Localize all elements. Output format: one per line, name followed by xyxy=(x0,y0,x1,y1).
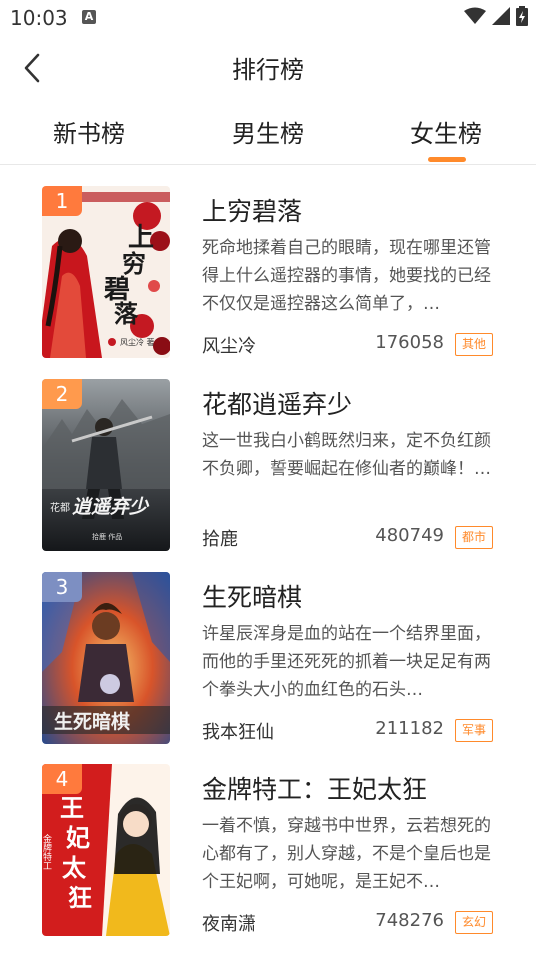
list-item[interactable]: 金牌特工 王 妃 太 狂 4 金牌特工：王妃太狂 一着不慎，穿越书中世界，云若想… xyxy=(0,744,536,936)
book-description: 许星辰浑身是血的站在一个结界里面，而他的手里还死死的抓着一块足足有两个拳头大小的… xyxy=(202,624,491,700)
list-item[interactable]: 花都 逍遥弃少 拾鹿 作品 2 花都逍遥弃少 这一世我白小鹤既然归来，定不负红颜… xyxy=(0,359,536,551)
book-count: 748276 xyxy=(375,910,444,931)
list-item[interactable]: 上 穷 碧 落 风尘冷 著 1 上穷碧落 死命地揉着自己的眼睛，现在哪里还管得上… xyxy=(0,166,536,358)
tab-new-books[interactable]: 新书榜 xyxy=(29,114,149,149)
rank-badge: 2 xyxy=(42,379,82,409)
notification-icon: A xyxy=(82,10,96,24)
cover-title-char: 太 xyxy=(62,853,87,882)
book-title: 花都逍遥弃少 xyxy=(202,390,353,419)
book-title: 上穷碧落 xyxy=(202,197,303,226)
cover-title-char: 穷 xyxy=(122,249,146,278)
book-description: 这一世我白小鹤既然归来，定不负红颜不负卿，誓要崛起在修仙者的巅峰！… xyxy=(202,431,491,479)
status-time: 10:03 xyxy=(10,6,68,30)
book-author: 风尘冷 xyxy=(202,336,256,357)
battery-icon xyxy=(516,6,528,26)
book-title: 金牌特工：王妃太狂 xyxy=(202,775,428,804)
tab-female[interactable]: 女生榜 xyxy=(386,114,506,149)
book-author: 我本狂仙 xyxy=(202,722,274,743)
signal-icon xyxy=(492,7,510,25)
category-tag: 军事 xyxy=(455,719,493,742)
active-tab-indicator xyxy=(428,157,466,162)
cover-title-text: 逍遥弃少 xyxy=(72,496,150,518)
rank-badge: 3 xyxy=(42,572,82,602)
tab-male[interactable]: 男生榜 xyxy=(208,114,328,149)
book-count: 176058 xyxy=(375,332,444,353)
book-description: 一着不慎，穿越书中世界，云若想死的心都有了，别人穿越，不是个皇后也是个王妃啊，可… xyxy=(202,816,491,892)
cover-title-char: 王 xyxy=(60,793,84,822)
cover-title-char: 狂 xyxy=(68,883,92,912)
rank-badge: 4 xyxy=(42,764,82,794)
cover-author: 风尘冷 著 xyxy=(120,337,155,347)
status-icons xyxy=(464,6,528,26)
book-count: 480749 xyxy=(375,525,444,546)
book-cover: 金牌特工 王 妃 太 狂 4 xyxy=(42,764,170,936)
book-title: 生死暗棋 xyxy=(202,583,303,612)
category-tag: 玄幻 xyxy=(455,911,493,934)
book-author: 拾鹿 xyxy=(202,529,238,550)
list-item[interactable]: 生死暗棋 3 生死暗棋 许星辰浑身是血的站在一个结界里面，而他的手里还死死的抓着… xyxy=(0,552,536,744)
cover-author: 拾鹿 作品 xyxy=(92,532,122,541)
cover-title-text: 生死暗棋 xyxy=(54,710,130,733)
top-app-bar: 排行榜 xyxy=(0,36,536,98)
book-description: 死命地揉着自己的眼睛，现在哪里还管得上什么遥控器的事情，她要找的已经不仅仅是遥控… xyxy=(202,238,491,314)
cover-title-char: 妃 xyxy=(66,823,90,852)
rank-badge: 1 xyxy=(42,186,82,216)
cover-small-text: 花都 xyxy=(50,501,70,514)
book-cover: 生死暗棋 3 xyxy=(42,572,170,744)
category-tag: 都市 xyxy=(455,526,493,549)
page-title: 排行榜 xyxy=(232,56,304,84)
book-cover: 花都 逍遥弃少 拾鹿 作品 2 xyxy=(42,379,170,551)
cover-small-text: 金牌特工 xyxy=(42,833,52,870)
book-cover: 上 穷 碧 落 风尘冷 著 1 xyxy=(42,186,170,358)
book-author: 夜南潇 xyxy=(202,914,256,935)
tab-bar: 新书榜 男生榜 女生榜 xyxy=(0,100,536,165)
status-bar: 10:03 A xyxy=(0,0,536,36)
book-count: 211182 xyxy=(375,718,444,739)
wifi-icon xyxy=(464,7,486,24)
category-tag: 其他 xyxy=(455,333,493,356)
cover-title-char: 落 xyxy=(114,299,139,328)
